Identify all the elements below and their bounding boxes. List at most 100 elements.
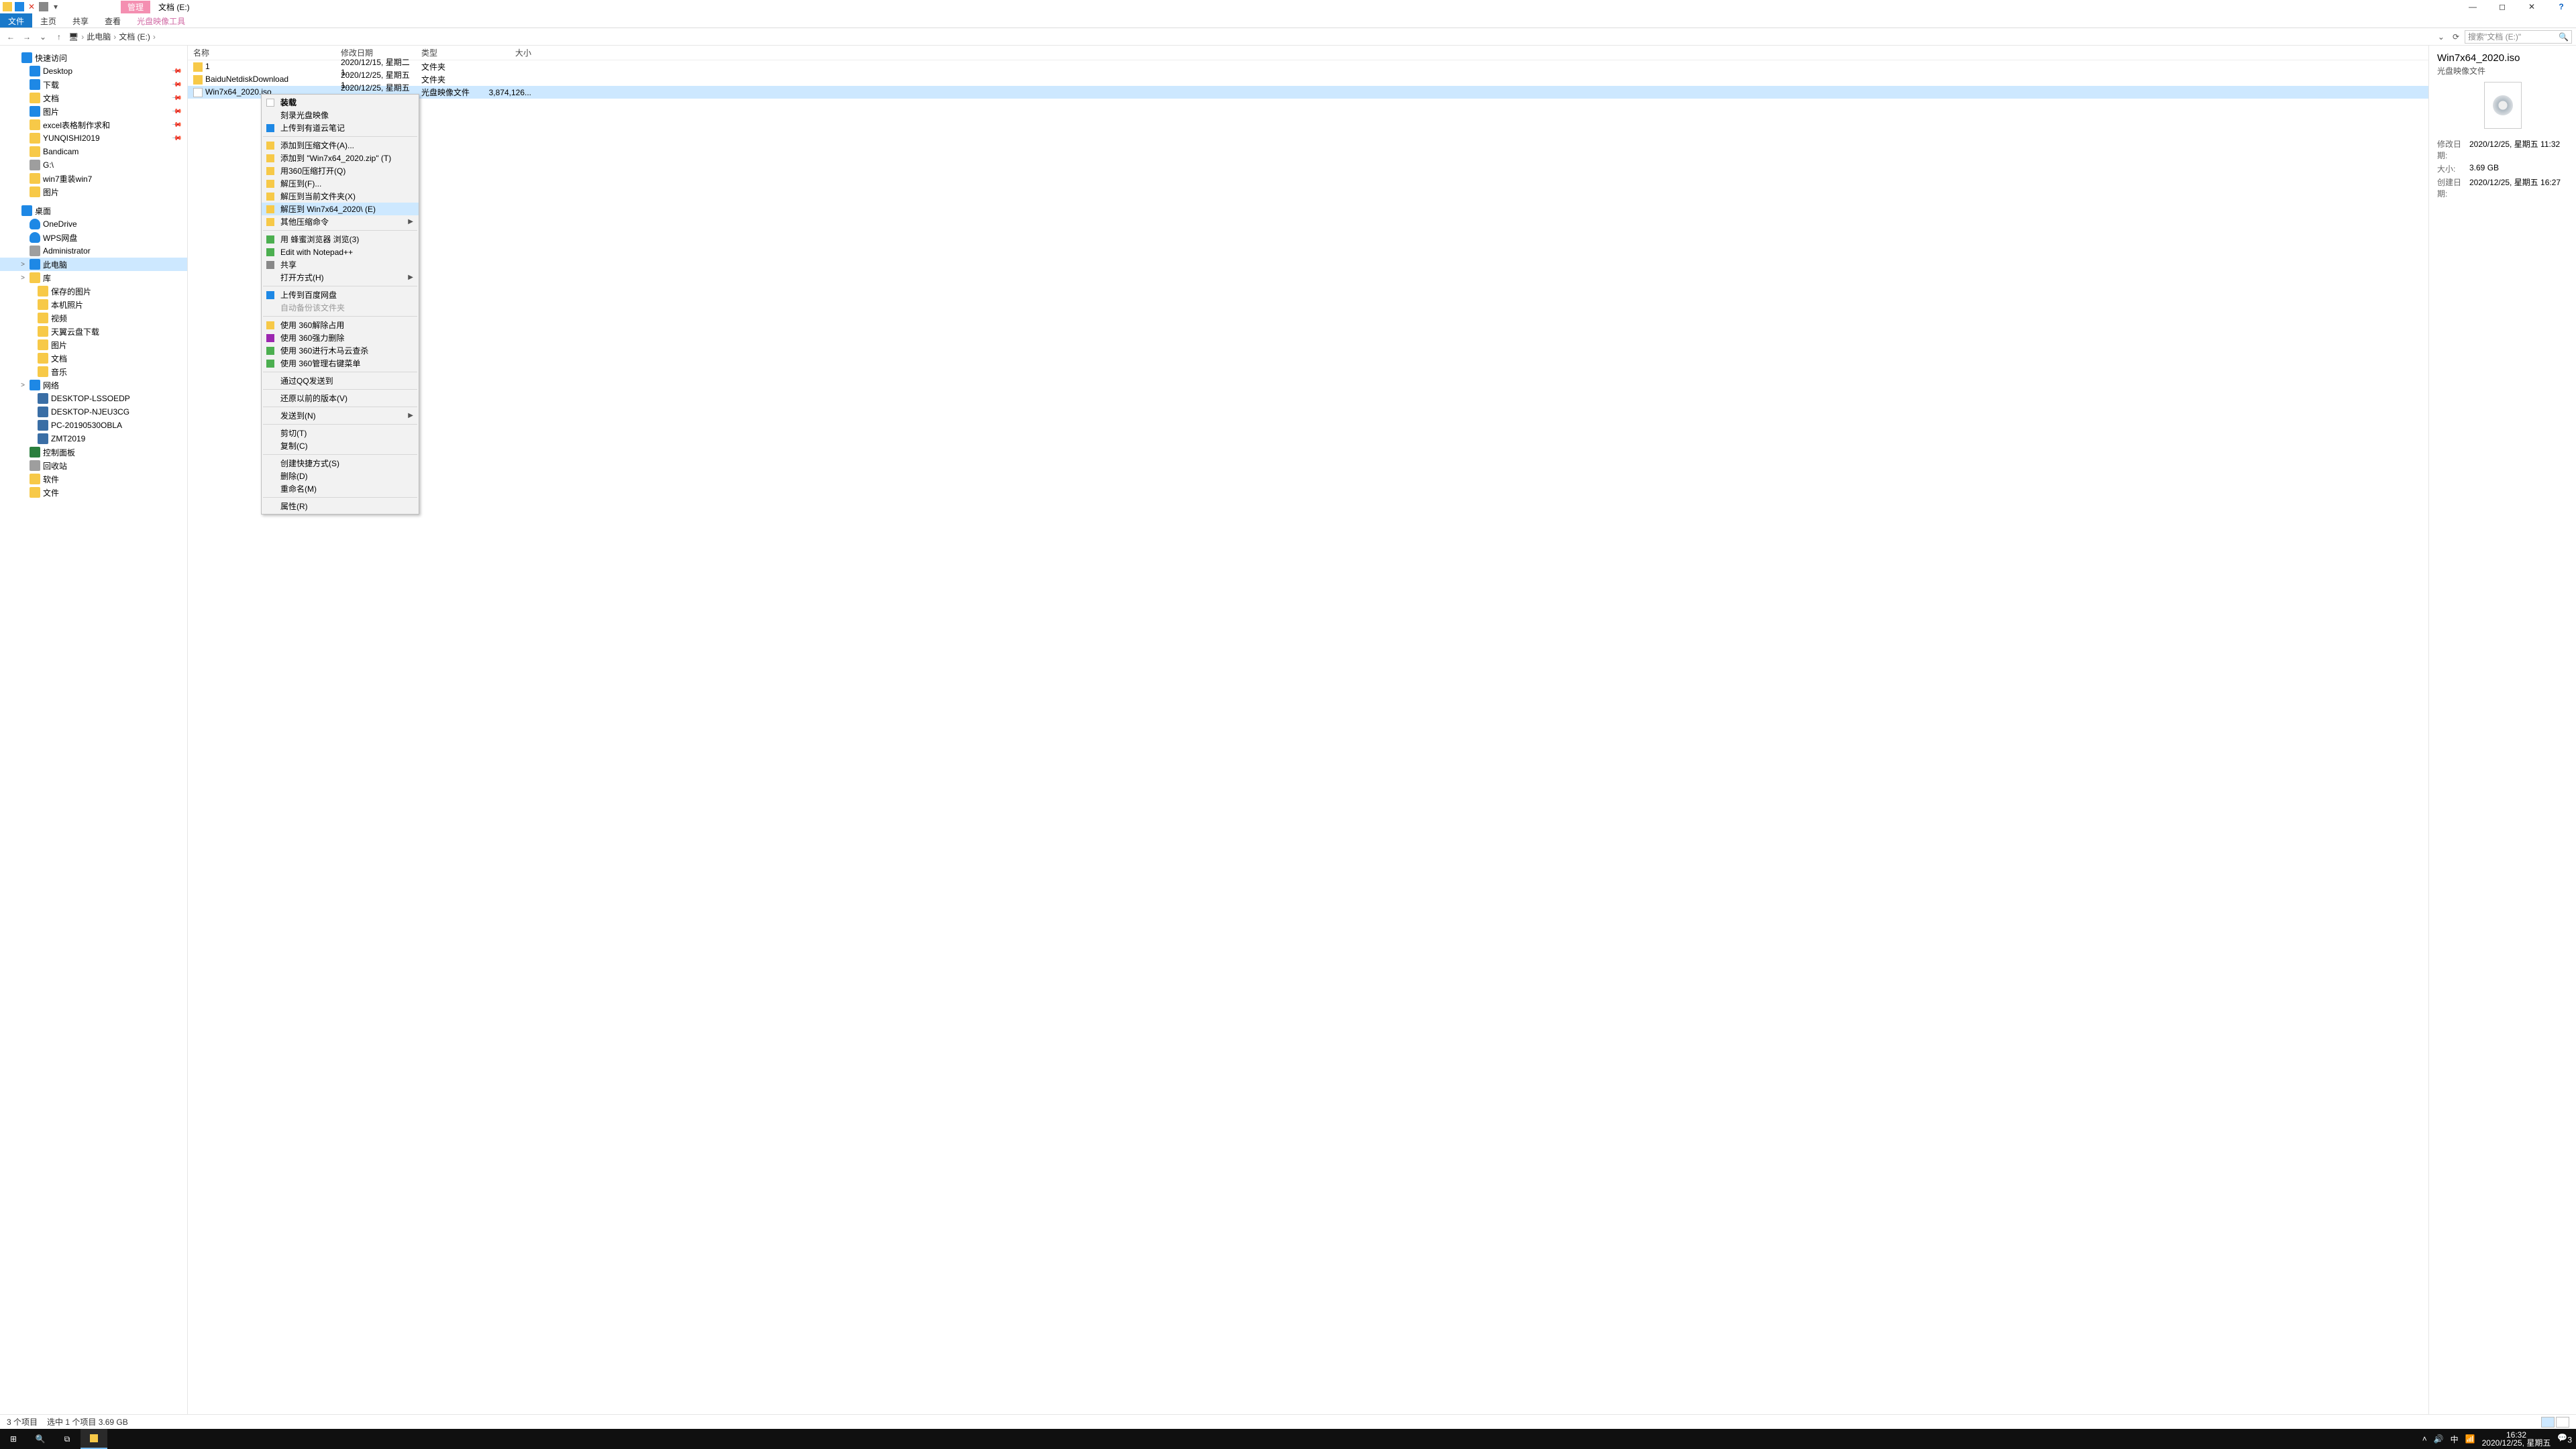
tree-item[interactable]: >网络 xyxy=(0,378,187,392)
tab-view[interactable]: 查看 xyxy=(97,13,129,28)
breadcrumb-sep[interactable]: › xyxy=(153,32,156,42)
tray-network-icon[interactable]: 📶 xyxy=(2465,1434,2475,1444)
file-row[interactable]: 12020/12/15, 星期二 1...文件夹 xyxy=(188,60,2428,73)
nav-back-button[interactable]: ← xyxy=(4,32,17,42)
tree-item[interactable]: 视频 xyxy=(0,311,187,325)
column-headers[interactable]: 名称 修改日期 类型 大小 xyxy=(188,46,2428,60)
tree-item[interactable]: DESKTOP-NJEU3CG xyxy=(0,405,187,419)
taskbar-explorer[interactable] xyxy=(80,1429,107,1449)
close-button[interactable]: ✕ xyxy=(2517,0,2546,13)
tray-action-center-icon[interactable]: 💬3 xyxy=(2557,1433,2572,1444)
tree-item[interactable]: 图片 xyxy=(0,338,187,352)
tree-item[interactable]: 软件 xyxy=(0,472,187,486)
col-type[interactable]: 类型 xyxy=(416,47,483,58)
tree-item[interactable]: 回收站 xyxy=(0,459,187,472)
breadcrumb-sep[interactable]: › xyxy=(113,32,116,42)
tree-item[interactable]: WPS网盘 xyxy=(0,231,187,244)
file-row[interactable]: Win7x64_2020.iso2020/12/25, 星期五 1...光盘映像… xyxy=(188,86,2428,99)
menu-item[interactable]: 刻录光盘映像 xyxy=(262,109,419,121)
tray-volume-icon[interactable]: 🔊 xyxy=(2434,1434,2444,1444)
tree-item[interactable]: >库 xyxy=(0,271,187,284)
col-name[interactable]: 名称 xyxy=(188,47,335,58)
tree-item[interactable]: Administrator xyxy=(0,244,187,258)
search-input[interactable]: 搜索"文档 (E:)" 🔍 xyxy=(2465,30,2572,44)
view-details-button[interactable] xyxy=(2541,1417,2555,1428)
menu-item[interactable]: 发送到(N)▶ xyxy=(262,409,419,422)
tab-share[interactable]: 共享 xyxy=(64,13,97,28)
tree-item[interactable]: 文件 xyxy=(0,486,187,499)
tree-item[interactable]: 快速访问 xyxy=(0,51,187,64)
menu-item[interactable]: 上传到有道云笔记 xyxy=(262,121,419,134)
menu-item[interactable]: 使用 360管理右键菜单 xyxy=(262,357,419,370)
col-size[interactable]: 大小 xyxy=(483,47,537,58)
tree-twisty[interactable]: > xyxy=(19,274,27,282)
system-tray[interactable]: ˄ 🔊 中 📶 16:32 2020/12/25, 星期五 💬3 xyxy=(2422,1431,2576,1447)
nav-recent-dropdown[interactable]: ⌄ xyxy=(36,32,50,42)
menu-item[interactable]: 解压到 Win7x64_2020\ (E) xyxy=(262,203,419,215)
tree-item[interactable]: OneDrive xyxy=(0,217,187,231)
menu-item[interactable]: 共享 xyxy=(262,258,419,271)
menu-item[interactable]: 剪切(T) xyxy=(262,427,419,439)
menu-item[interactable]: 创建快捷方式(S) xyxy=(262,457,419,470)
breadcrumb-sep[interactable]: › xyxy=(81,32,84,42)
menu-item[interactable]: 还原以前的版本(V) xyxy=(262,392,419,405)
refresh-button[interactable]: ⟳ xyxy=(2450,32,2462,42)
menu-item[interactable]: 重命名(M) xyxy=(262,482,419,495)
menu-item[interactable]: Edit with Notepad++ xyxy=(262,246,419,258)
tree-item[interactable]: DESKTOP-LSSOEDP xyxy=(0,392,187,405)
tree-item[interactable]: 天翼云盘下载 xyxy=(0,325,187,338)
tab-disc-tools[interactable]: 光盘映像工具 xyxy=(129,13,193,28)
tree-item[interactable]: win7重装win7 xyxy=(0,172,187,185)
tree-item[interactable]: >此电脑 xyxy=(0,258,187,271)
menu-item[interactable]: 解压到当前文件夹(X) xyxy=(262,190,419,203)
taskbar[interactable]: ⊞ 🔍 ⧉ ˄ 🔊 中 📶 16:32 2020/12/25, 星期五 💬3 xyxy=(0,1429,2576,1449)
menu-item[interactable]: 删除(D) xyxy=(262,470,419,482)
menu-item[interactable]: 使用 360进行木马云查杀 xyxy=(262,344,419,357)
menu-item[interactable]: 使用 360解除占用 xyxy=(262,319,419,331)
tree-item[interactable]: Desktop📌 xyxy=(0,64,187,78)
menu-item[interactable]: 通过QQ发送到 xyxy=(262,374,419,387)
tree-item[interactable]: ZMT2019 xyxy=(0,432,187,445)
ribbon-context-tab[interactable]: 管理 xyxy=(121,1,150,13)
tree-item[interactable]: 文档📌 xyxy=(0,91,187,105)
tree-item[interactable]: YUNQISHI2019📌 xyxy=(0,131,187,145)
nav-forward-button[interactable]: → xyxy=(20,32,34,42)
menu-item[interactable]: 使用 360强力删除 xyxy=(262,331,419,344)
menu-item[interactable]: 添加到 "Win7x64_2020.zip" (T) xyxy=(262,152,419,164)
tree-item[interactable]: 图片📌 xyxy=(0,105,187,118)
menu-item[interactable]: 添加到压缩文件(A)... xyxy=(262,139,419,152)
menu-item[interactable]: 复制(C) xyxy=(262,439,419,452)
tree-item[interactable]: 音乐 xyxy=(0,365,187,378)
file-row[interactable]: BaiduNetdiskDownload2020/12/25, 星期五 1...… xyxy=(188,73,2428,86)
maximize-button[interactable]: ◻ xyxy=(2487,0,2517,13)
tree-twisty[interactable]: > xyxy=(19,382,27,389)
navigation-tree[interactable]: 快速访问Desktop📌下载📌文档📌图片📌excel表格制作求和📌YUNQISH… xyxy=(0,46,188,1429)
menu-item[interactable]: 解压到(F)... xyxy=(262,177,419,190)
tree-item[interactable]: excel表格制作求和📌 xyxy=(0,118,187,131)
breadcrumb-item[interactable]: 文档 (E:) xyxy=(119,31,150,42)
minimize-button[interactable]: — xyxy=(2458,0,2487,13)
tray-ime-indicator[interactable]: 中 xyxy=(2451,1434,2459,1445)
help-button[interactable]: ? xyxy=(2546,0,2576,13)
start-button[interactable]: ⊞ xyxy=(0,1429,27,1449)
tree-item[interactable]: 文档 xyxy=(0,352,187,365)
task-view-button[interactable]: ⧉ xyxy=(54,1429,80,1449)
breadcrumb[interactable]: 🖥 › 此电脑 › 文档 (E:) › xyxy=(68,31,156,42)
menu-item[interactable]: 属性(R) xyxy=(262,500,419,513)
tray-chevron-icon[interactable]: ˄ xyxy=(2422,1434,2427,1444)
tree-item[interactable]: G:\ xyxy=(0,158,187,172)
breadcrumb-item[interactable]: 此电脑 xyxy=(87,31,111,42)
menu-item[interactable]: 用 蜂蜜浏览器 浏览(3) xyxy=(262,233,419,246)
tree-twisty[interactable]: > xyxy=(19,261,27,268)
tree-item[interactable]: 桌面 xyxy=(0,204,187,217)
tree-item[interactable]: 图片 xyxy=(0,185,187,199)
nav-up-button[interactable]: ↑ xyxy=(52,32,66,42)
tree-item[interactable]: Bandicam xyxy=(0,145,187,158)
context-menu[interactable]: 装载刻录光盘映像上传到有道云笔记添加到压缩文件(A)...添加到 "Win7x6… xyxy=(261,94,419,515)
menu-item[interactable]: 用360压缩打开(Q) xyxy=(262,164,419,177)
tab-file[interactable]: 文件 xyxy=(0,13,32,28)
tree-item[interactable]: 控制面板 xyxy=(0,445,187,459)
tree-item[interactable]: PC-20190530OBLA xyxy=(0,419,187,432)
tab-home[interactable]: 主页 xyxy=(32,13,64,28)
menu-item[interactable]: 打开方式(H)▶ xyxy=(262,271,419,284)
